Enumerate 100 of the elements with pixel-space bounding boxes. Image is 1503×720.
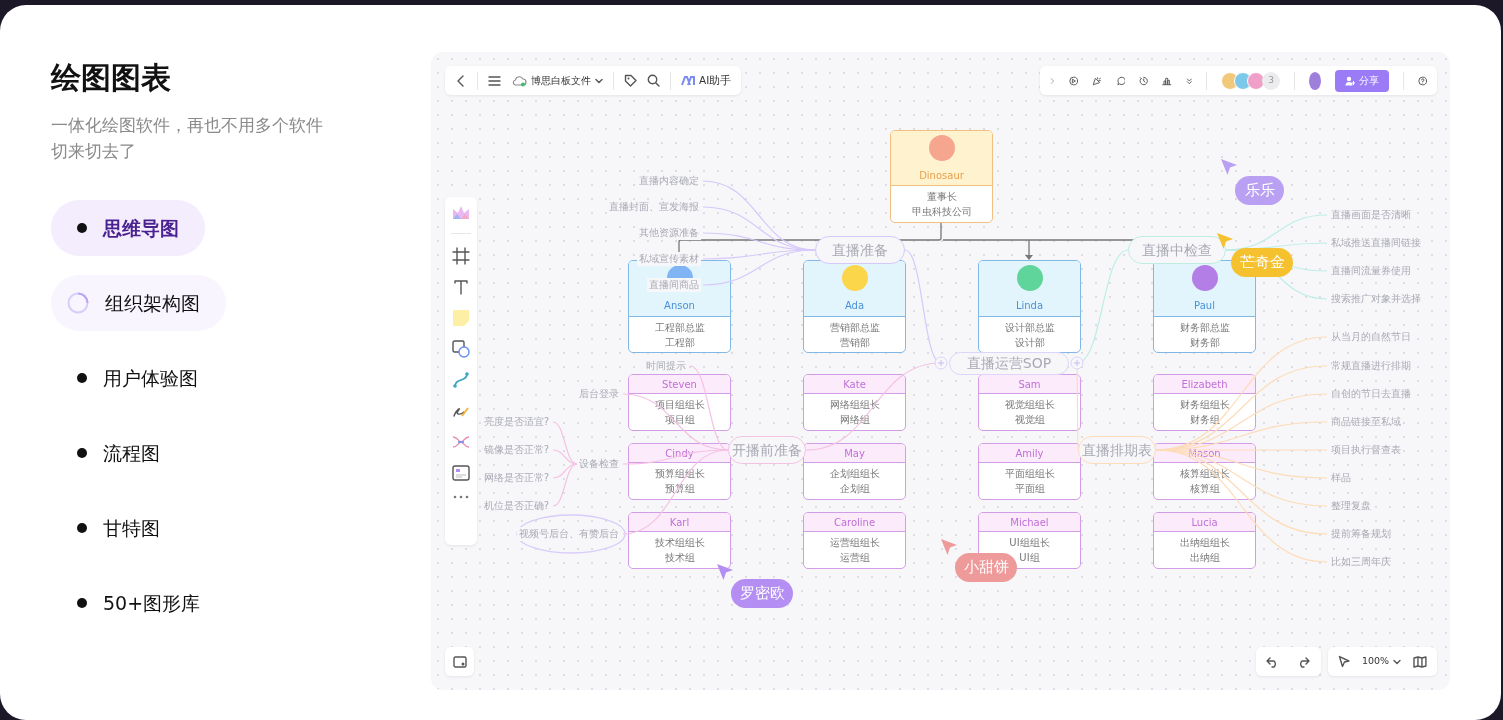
mindmap-topic: 直播准备 (815, 236, 905, 264)
shapes-icon[interactable] (452, 340, 470, 358)
file-menu-button[interactable]: 博思白板文件 (511, 73, 603, 88)
cursor-label: 小甜饼 (955, 553, 1017, 582)
person-name: Paul (1194, 299, 1215, 312)
department-name: 核算组 (1189, 482, 1220, 495)
more-icon[interactable] (453, 495, 469, 499)
feature-tab[interactable]: 甘特图 (51, 500, 186, 556)
person-name: Mason (1188, 446, 1221, 460)
add-node-icon[interactable] (1070, 356, 1084, 370)
bullet-icon (77, 223, 87, 233)
mindmap-item: 常规直播进行排期 (1329, 359, 1413, 373)
ai-assistant-button[interactable]: AI助手 (681, 72, 732, 89)
feature-tab[interactable]: 50+图形库 (51, 575, 227, 631)
job-title: UI组组长 (1009, 536, 1050, 549)
department-name: 财务部 (1189, 335, 1220, 349)
mindmap-item: 网络是否正常? (481, 471, 551, 485)
job-title: 平面组组长 (1004, 467, 1055, 480)
tag-icon[interactable] (624, 74, 637, 87)
job-title: 出纳组组长 (1179, 536, 1230, 549)
mindmap-item: 亮度是否适宜? (481, 415, 551, 429)
caret-icon (595, 77, 603, 84)
mindmap-item: 设备检查 (577, 457, 621, 471)
help-icon[interactable] (1417, 73, 1427, 88)
mindmap-item: 商品链接至私域 (1329, 415, 1403, 429)
frame-icon[interactable] (452, 247, 470, 265)
bullet-icon (77, 373, 87, 383)
undo-icon[interactable] (1266, 655, 1279, 668)
text-tool-icon[interactable] (452, 278, 470, 296)
mindmap-item: 项目执行督查表 (1329, 443, 1403, 457)
add-node-icon[interactable] (934, 356, 948, 370)
person-name: Amily (1015, 446, 1044, 460)
feature-tab[interactable]: 组织架构图 (51, 275, 226, 331)
map-icon[interactable] (1413, 655, 1427, 668)
menu-icon[interactable] (488, 74, 501, 87)
avatar-photo (1308, 71, 1321, 90)
cursor-icon (1216, 232, 1234, 250)
ai-logo-icon (681, 75, 695, 86)
mindmap-item: 直播间流量券使用 (1329, 264, 1413, 278)
mindmap-topic: 直播排期表 (1078, 436, 1156, 464)
mindmap-topic: 直播运营SOP (949, 352, 1069, 375)
job-title: 技术组组长 (654, 536, 705, 549)
job-title: 董事长 (926, 190, 957, 203)
person-name: Linda (1015, 299, 1044, 312)
minimap-icon[interactable] (452, 655, 467, 668)
cursor-label: 乐乐 (1235, 176, 1284, 205)
zoom-dropdown[interactable]: 100% (1361, 654, 1402, 669)
department-name: 甲虫科技公司 (911, 205, 972, 218)
template-icon[interactable] (452, 464, 470, 482)
person-name: Dinosaur (919, 168, 964, 182)
person-name: Michael (1010, 515, 1049, 529)
job-title: 营销部总监 (829, 320, 880, 334)
mindmap-item: 其他资源准备 (637, 226, 701, 240)
job-title: 网络组组长 (829, 398, 880, 411)
department-name: 企划组 (839, 482, 870, 495)
person-name: Lucia (1191, 515, 1218, 529)
cursor-label: 芒奇金 (1231, 248, 1293, 277)
search-icon[interactable] (647, 74, 660, 87)
department-name: 预算组 (664, 482, 695, 495)
mindmap-item: 提前筹备规划 (1329, 527, 1393, 541)
mindmap-item: 搜索推广对象并选择 (1329, 292, 1423, 306)
cursor-icon (940, 538, 958, 556)
feature-tab[interactable]: 用户体验图 (51, 350, 224, 406)
department-name: 运营组 (839, 551, 870, 564)
section-subtitle: 一体化绘图软件，再也不用多个软件切来切去了 (51, 114, 324, 163)
feature-tab[interactable]: 思维导图 (51, 200, 205, 256)
bullet-icon (77, 448, 87, 458)
department-name: 视觉组 (1014, 413, 1045, 426)
job-title: 财务组组长 (1179, 398, 1230, 411)
mindmap-item: 直播内容确定 (637, 174, 701, 188)
person-name: Caroline (833, 515, 876, 529)
mindmap-item: 直播画面是否清晰 (1329, 208, 1413, 222)
bullet-icon (77, 523, 87, 533)
person-name: Cindy (665, 446, 694, 460)
person-name: May (844, 446, 865, 460)
mindmap-topic: 直播中检查 (1128, 236, 1226, 264)
department-name: 技术组 (664, 551, 695, 564)
collaborator-count: 3 (1262, 71, 1281, 90)
connector-icon[interactable] (452, 371, 470, 389)
caret-icon (1393, 658, 1402, 665)
pointer-icon[interactable] (1338, 655, 1350, 668)
mindmap-topic: 开播前准备 (728, 436, 806, 464)
person-name: Kate (843, 377, 866, 391)
person-name: Anson (664, 299, 695, 312)
cursor-label: 罗密欧 (731, 579, 793, 608)
redo-icon[interactable] (1297, 655, 1310, 668)
user-plus-icon (1344, 75, 1355, 86)
cursor-icon (1220, 158, 1238, 176)
job-title: 视觉组组长 (1004, 398, 1055, 411)
mindmap-icon[interactable] (452, 433, 470, 451)
job-title: 运营组组长 (829, 536, 880, 549)
job-title: 工程部总监 (654, 320, 705, 334)
mindmap-item: 比如三周年庆 (1329, 555, 1393, 569)
mindmap-item: 样品 (1329, 471, 1353, 485)
mindmap-item: 私域宣传素材 (637, 252, 701, 266)
feature-tab[interactable]: 流程图 (51, 425, 186, 481)
mindmap-item: 整理复盘 (1329, 499, 1373, 513)
play-icon[interactable] (1068, 73, 1079, 88)
person-name: Sam (1018, 377, 1041, 391)
mindmap-item: 机位是否正确? (481, 499, 551, 513)
